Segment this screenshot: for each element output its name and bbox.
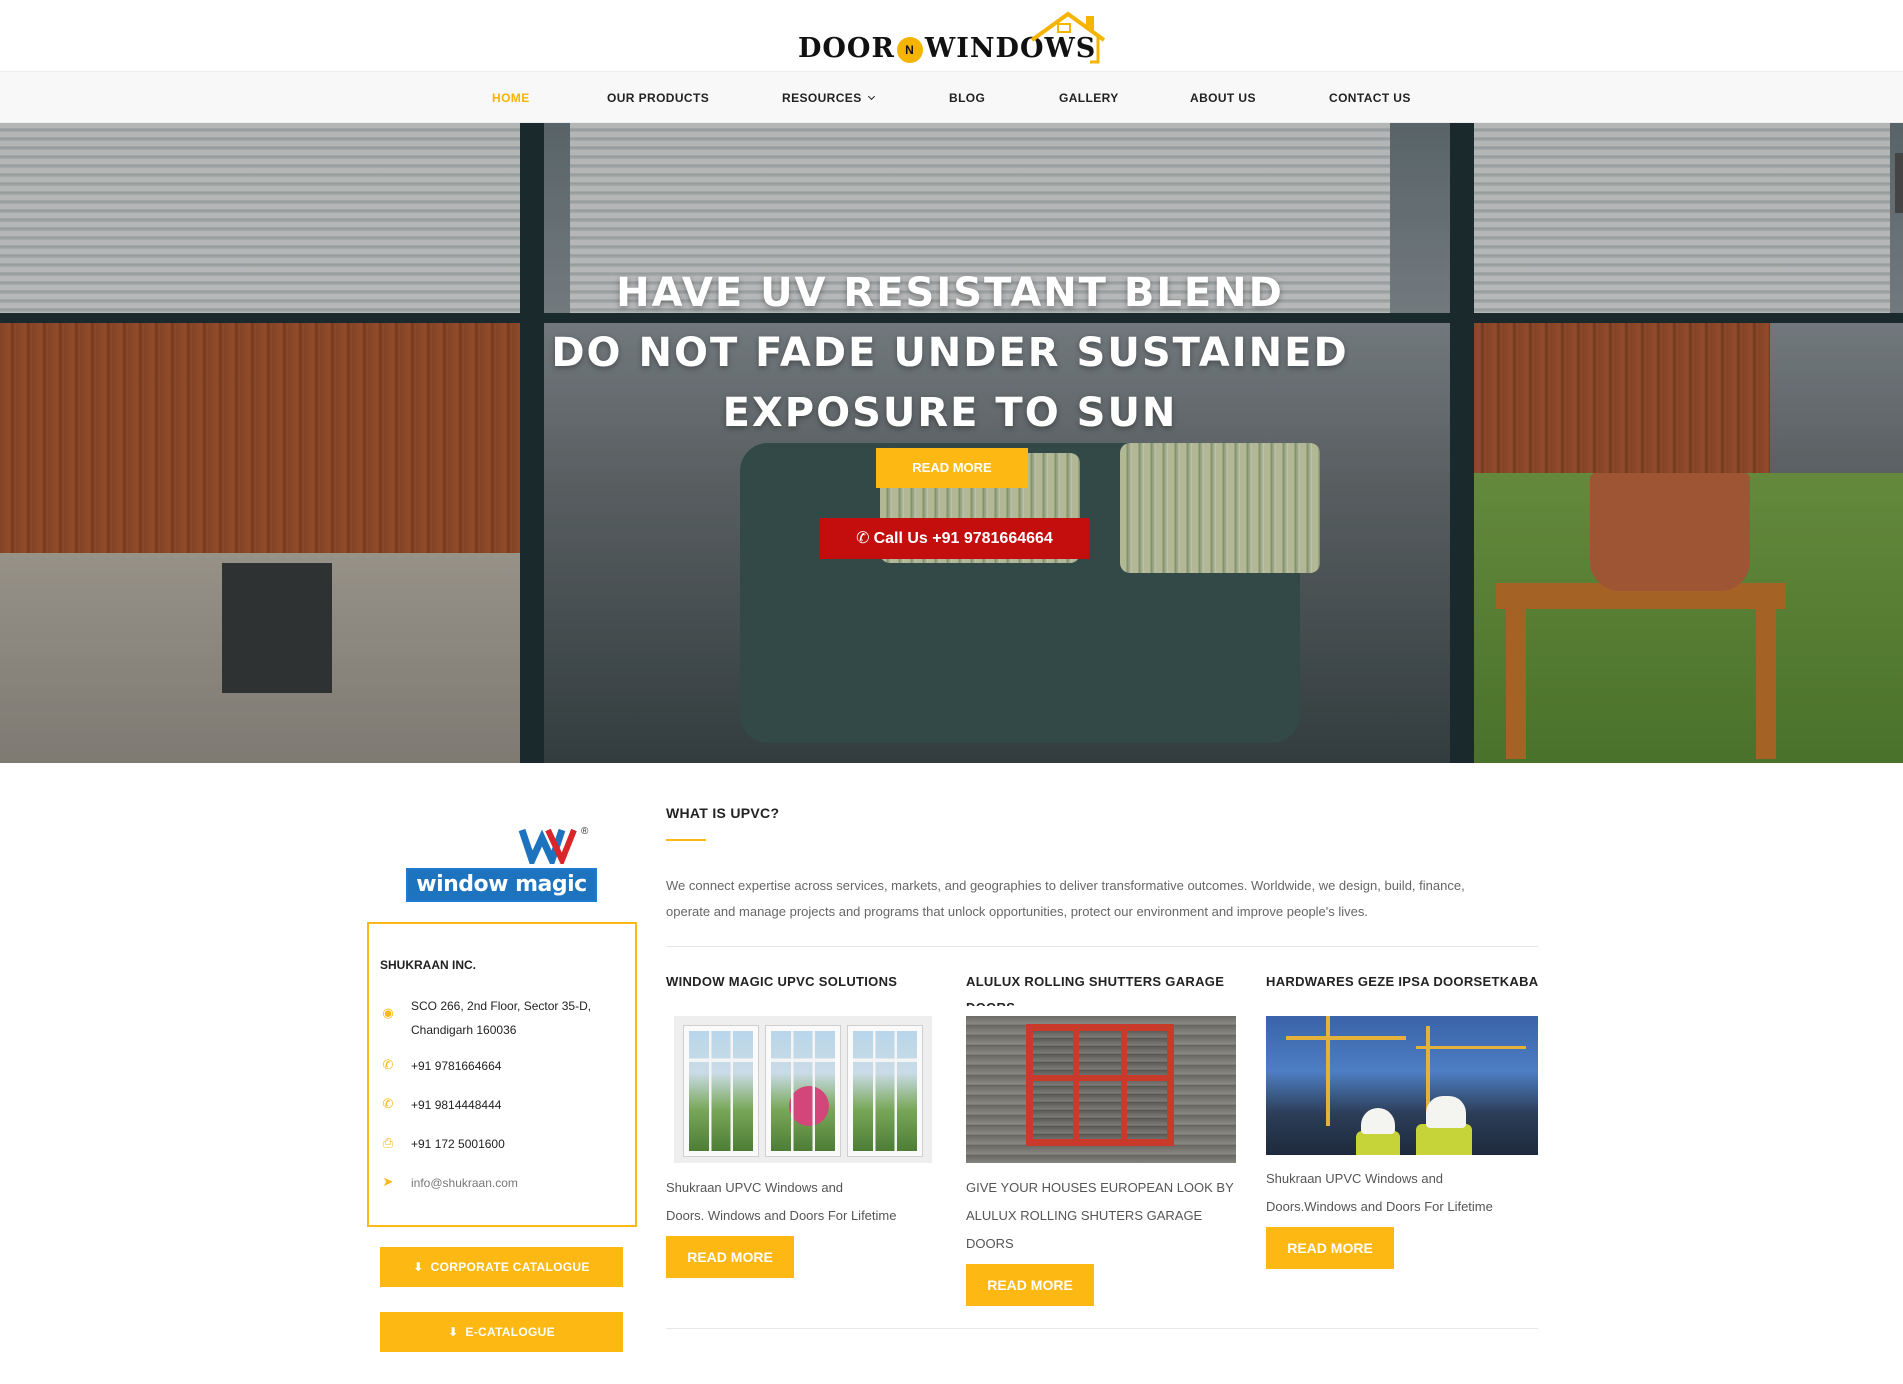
hero-call-label: Call Us +91 9781664664 [873, 530, 1053, 547]
hero-title: HAVE UV RESISTANT BLEND DO NOT FADE UNDE… [450, 263, 1450, 443]
site-logo[interactable]: DOOR N WINDOWS [798, 10, 1108, 68]
e-catalogue-label: E-CATALOGUE [465, 1325, 555, 1339]
download-icon: ⬇ [448, 1325, 459, 1339]
window-magic-logo[interactable]: ® window magic [406, 826, 597, 904]
section-description-line-1: We connect expertise across services, ma… [666, 878, 1465, 893]
email-link[interactable]: info@shukraan.com [411, 1171, 518, 1195]
divider [666, 946, 1538, 947]
nav-item-resources[interactable]: RESOURCES [782, 72, 875, 124]
hero-title-line-3: EXPOSURE TO SUN [722, 390, 1178, 436]
paper-plane-icon: ➤ [382, 1174, 394, 1189]
card-text-line: DOORS [966, 1236, 1014, 1251]
card-text-line: Shukraan UPVC Windows and [666, 1180, 844, 1195]
hero-overlay [0, 123, 1903, 763]
address-line-2: Chandigarh 160036 [411, 1023, 517, 1037]
nav-item-blog[interactable]: BLOG [949, 72, 985, 124]
card-title-alulux[interactable]: ALULUX ROLLING SHUTTERS GARAGE DOORS [966, 974, 1225, 1006]
card-text-line: GIVE YOUR HOUSES EUROPEAN LOOK BY [966, 1180, 1234, 1195]
worker-vest [1356, 1131, 1400, 1155]
nav-item-contact-us[interactable]: CONTACT US [1329, 72, 1411, 124]
card-text-line: ALULUX ROLLING SHUTERS GARAGE [966, 1208, 1203, 1223]
phone-icon: ✆ [382, 1096, 394, 1111]
nav-item-home[interactable]: HOME [492, 72, 530, 124]
nav-item-our-products[interactable]: OUR PRODUCTS [607, 72, 709, 124]
logo-door-text: DOOR [798, 33, 895, 64]
hero-banner: HAVE UV RESISTANT BLEND DO NOT FADE UNDE… [0, 123, 1903, 763]
hero-title-line-2: DO NOT FADE UNDER SUSTAINED [551, 330, 1349, 376]
phone-number-1[interactable]: +91 9781664664 [411, 1054, 501, 1078]
window-magic-wordmark: window magic [406, 868, 597, 902]
section-title-underline [666, 839, 706, 841]
hero-read-more-button[interactable]: READ MORE [876, 448, 1028, 488]
download-icon: ⬇ [413, 1260, 424, 1274]
card-image-rolling-shutter[interactable] [966, 1016, 1236, 1163]
worker-vest [1416, 1124, 1472, 1155]
phone-number-2[interactable]: +91 9814448444 [411, 1093, 501, 1117]
e-catalogue-button[interactable]: ⬇ E-CATALOGUE [380, 1312, 623, 1352]
window-pane [848, 1026, 922, 1156]
nav-item-gallery[interactable]: GALLERY [1059, 72, 1119, 124]
card-image-upvc-windows[interactable] [674, 1016, 932, 1163]
map-pin-icon: ◉ [382, 1005, 394, 1020]
address-line-1: SCO 266, 2nd Floor, Sector 35-D, [411, 999, 592, 1013]
crane-jib [1416, 1046, 1526, 1049]
logo-n-badge: N [896, 36, 923, 63]
logo-bar: DOOR N WINDOWS [0, 0, 1903, 71]
window-magic-mark-icon [518, 828, 577, 864]
fax-number: +91 172 5001600 [411, 1137, 505, 1151]
card-image-construction[interactable] [1266, 1016, 1538, 1155]
card-title-hardwares[interactable]: HARDWARES GEZE IPSA DOORSETKABA [1266, 974, 1538, 989]
red-window-frame [1026, 1024, 1174, 1146]
phone-icon: ✆ [856, 530, 870, 547]
window-mullion [1121, 1031, 1127, 1139]
contact-box: SHUKRAAN INC. ◉ SCO 266, 2nd Floor, Sect… [367, 922, 637, 1227]
window-grille [771, 1031, 835, 1151]
nav-item-resources-label: RESOURCES [782, 91, 862, 105]
window-transom [1033, 1075, 1167, 1081]
card-read-more-button[interactable]: READ MORE [966, 1264, 1094, 1306]
card-title-window-magic[interactable]: WINDOW MAGIC UPVC SOLUTIONS [666, 974, 897, 989]
chevron-down-icon [867, 92, 875, 101]
card-text-window-magic: Shukraan UPVC Windows and Doors. Windows… [666, 1174, 896, 1230]
section-title: WHAT IS UPVC? [666, 805, 780, 821]
window-pane [684, 1026, 758, 1156]
card-text-line: Doors. Windows and Doors For Lifetime [666, 1208, 897, 1223]
card-text-hardwares: Shukraan UPVC Windows and Doors.Windows … [1266, 1165, 1493, 1221]
company-name: SHUKRAAN INC. [380, 958, 476, 972]
card-title-alulux-text: ALULUX ROLLING SHUTTERS GARAGE [966, 974, 1225, 989]
crane-jib [1286, 1036, 1406, 1040]
card-text-line: Shukraan UPVC Windows and [1266, 1171, 1444, 1186]
hero-call-button[interactable]: ✆ Call Us +91 9781664664 [820, 518, 1089, 559]
house-roof-icon [1030, 11, 1106, 64]
registered-mark: ® [581, 826, 589, 837]
divider [666, 1328, 1538, 1329]
nav-item-about-us[interactable]: ABOUT US [1190, 72, 1256, 124]
card-read-more-button[interactable]: READ MORE [1266, 1227, 1394, 1269]
corporate-catalogue-button[interactable]: ⬇ CORPORATE CATALOGUE [380, 1247, 623, 1287]
crane-mast [1326, 1016, 1330, 1126]
window-mullion [1073, 1031, 1079, 1139]
worker-helmet [1426, 1096, 1466, 1128]
window-grille [853, 1031, 917, 1151]
worker-helmet [1361, 1108, 1395, 1134]
card-title-alulux-overflow: DOORS [966, 1000, 1016, 1015]
fax-icon: ⎙ [382, 1135, 394, 1150]
phone-icon: ✆ [382, 1057, 394, 1072]
window-pane [766, 1026, 840, 1156]
main-nav: HOME OUR PRODUCTS RESOURCES BLOG GALLERY… [0, 71, 1903, 123]
card-read-more-button[interactable]: READ MORE [666, 1236, 794, 1278]
section-description-line-2: operate and manage projects and programs… [666, 904, 1368, 919]
card-text-alulux: GIVE YOUR HOUSES EUROPEAN LOOK BY ALULUX… [966, 1174, 1234, 1258]
section-description: We connect expertise across services, ma… [666, 873, 1546, 925]
slider-arrow-handle[interactable] [1895, 153, 1903, 213]
hero-title-line-1: HAVE UV RESISTANT BLEND [616, 270, 1284, 316]
window-grille [689, 1031, 753, 1151]
corporate-catalogue-label: CORPORATE CATALOGUE [430, 1260, 590, 1274]
card-text-line: Doors.Windows and Doors For Lifetime [1266, 1199, 1493, 1214]
